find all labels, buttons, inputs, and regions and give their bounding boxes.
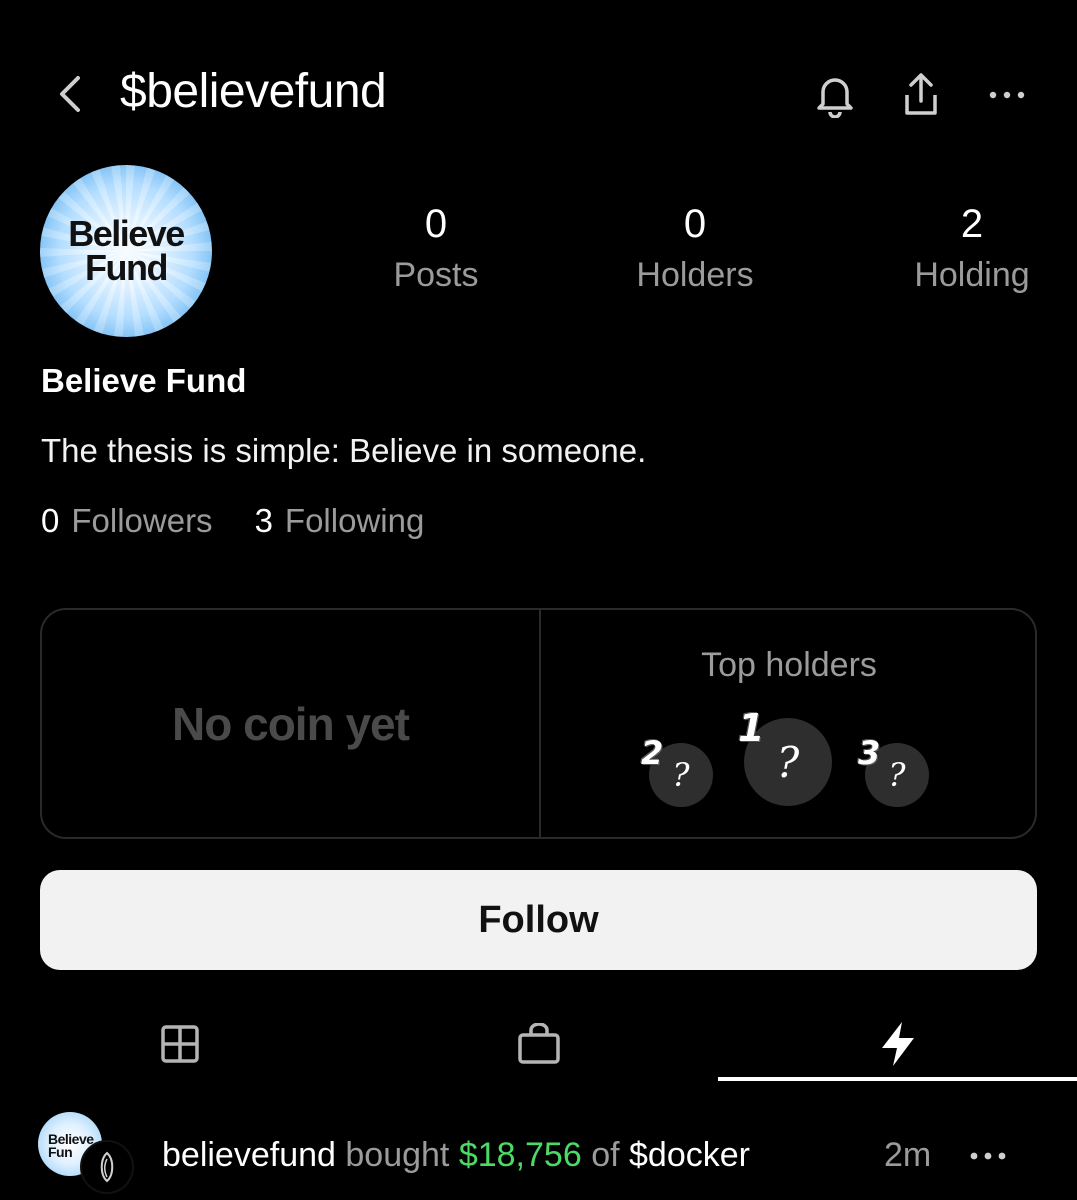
stat-label: Holders	[636, 256, 754, 294]
activity-user[interactable]: believefund	[162, 1136, 336, 1174]
tab-activity[interactable]	[718, 1008, 1077, 1080]
follow-button[interactable]: Follow	[40, 870, 1037, 970]
unknown-holder-glyph: ?	[776, 737, 800, 787]
tab-holdings[interactable]	[359, 1008, 718, 1080]
followers-link[interactable]: 0 Followers	[41, 502, 213, 540]
coin-card: No coin yet Top holders ? 2 ? 1 ? 3	[40, 608, 1037, 839]
activity-more-button[interactable]	[962, 1130, 1014, 1182]
notifications-button[interactable]	[810, 70, 860, 120]
profile-name: Believe Fund	[41, 362, 247, 399]
followers-count: 0	[41, 502, 60, 539]
stat-label: Holding	[914, 256, 1030, 294]
back-icon	[60, 76, 80, 112]
unknown-holder-glyph: ?	[672, 756, 690, 794]
followers-label: Followers	[71, 502, 213, 539]
tab-posts-grid[interactable]	[0, 1008, 359, 1080]
activity-amount: $18,756	[458, 1136, 582, 1174]
more-icon	[970, 1152, 1006, 1160]
top-holders-title: Top holders	[701, 646, 877, 684]
no-coin-text: No coin yet	[172, 697, 410, 750]
page-title: $believefund	[120, 65, 387, 118]
stat-value: 2	[960, 202, 984, 246]
profile-bio: The thesis is simple: Believe in someone…	[41, 432, 647, 469]
lightning-icon	[881, 1022, 914, 1066]
rank-badge-1: 1	[738, 706, 765, 750]
unknown-holder-glyph: ?	[888, 756, 906, 794]
profile-avatar[interactable]: Believe Fund	[40, 165, 212, 337]
stat-value: 0	[683, 202, 707, 246]
more-icon	[989, 91, 1025, 99]
token-icon	[100, 1151, 114, 1183]
avatar-logo: Believe Fund	[68, 213, 185, 288]
card-divider	[539, 610, 541, 837]
following-link[interactable]: 3 Following	[255, 502, 425, 540]
avatar-logo-line2: Fund	[85, 247, 168, 288]
activity-verb: bought	[345, 1136, 450, 1174]
activity-of: of	[591, 1136, 620, 1174]
follow-counts: 0 Followers 3 Following	[41, 502, 424, 540]
activity-text: believefund bought $18,756 of $docker	[162, 1136, 750, 1175]
stat-holders[interactable]: 0 Holders	[595, 200, 795, 295]
activity-token[interactable]: $docker	[629, 1136, 750, 1174]
grid-icon	[160, 1025, 199, 1063]
share-icon	[905, 73, 937, 115]
share-button[interactable]	[896, 70, 946, 120]
activity-time: 2m	[884, 1136, 932, 1174]
stat-label: Posts	[393, 256, 479, 294]
following-label: Following	[284, 502, 425, 539]
avatar-logo-line1: Believe	[68, 213, 185, 254]
stat-holding[interactable]: 2 Holding	[872, 200, 1072, 295]
back-button[interactable]	[48, 72, 92, 116]
top-bar: $believefund	[0, 50, 1077, 140]
following-count: 3	[254, 502, 273, 539]
stat-value: 0	[424, 202, 448, 246]
token-badge	[80, 1140, 134, 1194]
rank-badge-3: 3	[858, 734, 881, 772]
bag-icon	[517, 1023, 560, 1064]
active-tab-indicator	[718, 1077, 1077, 1081]
stat-posts[interactable]: 0 Posts	[336, 200, 536, 295]
more-button[interactable]	[982, 70, 1032, 120]
rank-badge-2: 2	[641, 734, 664, 772]
bell-icon	[817, 78, 853, 118]
